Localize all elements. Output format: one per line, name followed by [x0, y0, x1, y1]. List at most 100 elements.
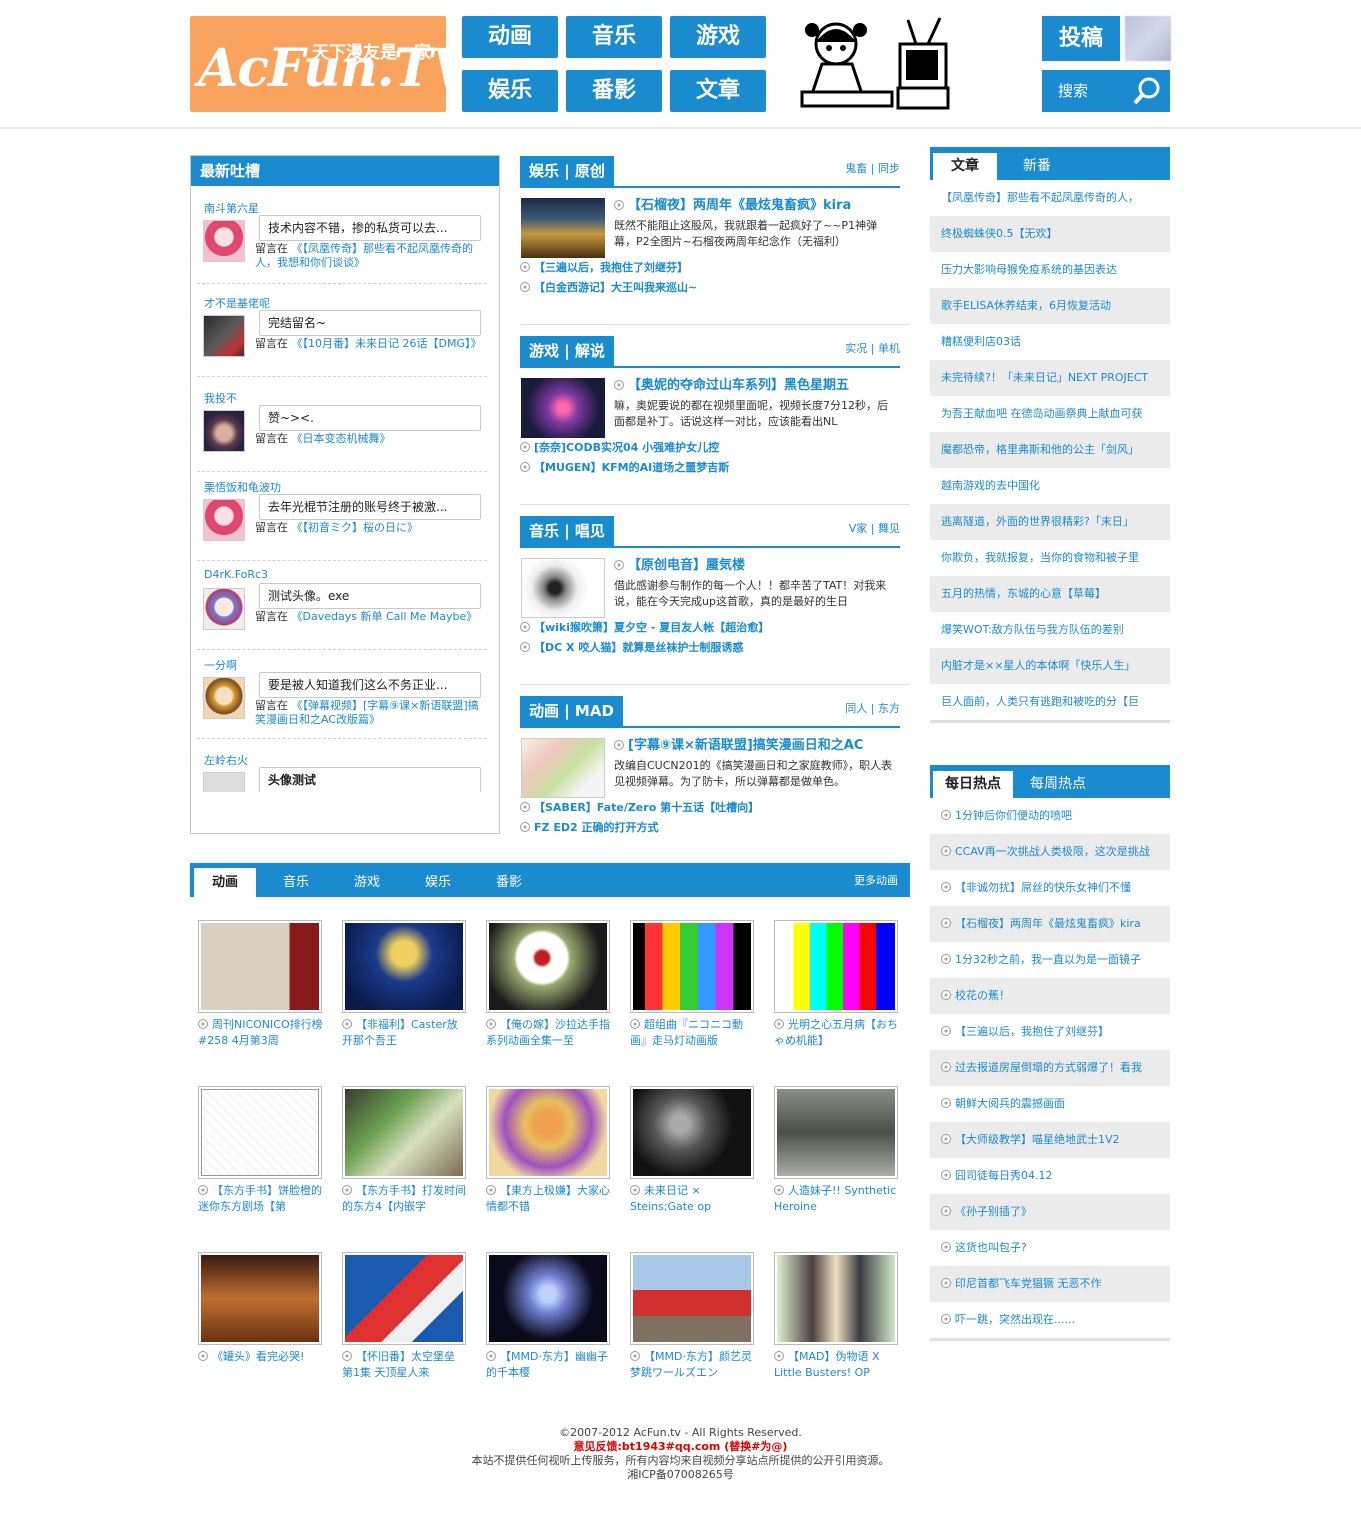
list-item[interactable]: 1分钟后你们便动的喷吧	[930, 798, 1170, 834]
nav-animation[interactable]: 动画	[462, 16, 558, 58]
list-item[interactable]: 逃离隧道，外面的世界很精彩?「末日」	[930, 504, 1170, 540]
feedback-email[interactable]: 意见反馈:bt1943#qq.com (替换#为@)	[0, 1440, 1361, 1454]
video-title[interactable]: 【東方上极嫌】大家心情都不错	[486, 1183, 612, 1215]
video-thumbnail[interactable]	[521, 558, 605, 618]
featured-title[interactable]: 【石榴夜】两周年《最炫鬼畜疯》kira	[614, 194, 851, 213]
tab-film[interactable]: 番影	[496, 868, 522, 897]
video-thumbnail[interactable]	[198, 1086, 322, 1179]
nav-film[interactable]: 番影	[566, 70, 662, 112]
avatar[interactable]	[203, 410, 245, 452]
video-card[interactable]: 周刊NICONICO排行榜 #258 4月第3周	[198, 920, 324, 1049]
comment-user[interactable]: D4rK.FoRc3	[204, 568, 268, 581]
submit-button[interactable]: 投稿	[1042, 16, 1120, 61]
tab-new-anime[interactable]: 新番	[1023, 153, 1051, 180]
video-thumbnail[interactable]	[521, 738, 605, 798]
tab-animation[interactable]: 动画	[194, 868, 256, 897]
video-card[interactable]: 【MMD·东方】幽幽子的千本樱	[486, 1252, 612, 1381]
video-title[interactable]: 【MMD·东方】幽幽子的千本樱	[486, 1349, 612, 1381]
site-logo[interactable]: AcFun.TV 天下漫友是一家	[190, 16, 472, 112]
video-card[interactable]: 【MAD】伪物语 X Little Busters! OP	[774, 1252, 900, 1381]
section-tab[interactable]: 游戏 | 解说	[520, 336, 614, 366]
section-sub-links[interactable]: V家 | 舞见	[849, 520, 900, 536]
list-item[interactable]: 【非诚勿扰】屌丝的快乐女神们不懂	[930, 870, 1170, 906]
section-tab[interactable]: 音乐 | 唱见	[520, 516, 614, 546]
list-item[interactable]: 巨人面前，人类只有逃跑和被吃的分【巨	[930, 684, 1170, 720]
featured-title[interactable]: 【原创电音】蜃気楼	[614, 554, 745, 573]
tab-articles[interactable]: 文章	[933, 153, 997, 180]
video-title[interactable]: 超组曲『ニコニコ動画』走马灯动画版	[630, 1017, 756, 1049]
list-item[interactable]: 这货也叫包子?	[930, 1230, 1170, 1266]
avatar[interactable]	[203, 220, 245, 262]
comment-target-link[interactable]: 《【弹幕视频】[字幕⑨课×新语联盟]搞笑漫画日和之AC改版篇》	[255, 699, 479, 726]
video-thumbnail[interactable]	[486, 1086, 610, 1179]
video-thumbnail[interactable]	[342, 920, 466, 1013]
video-card[interactable]: 《罐头》看完必哭!	[198, 1252, 324, 1381]
tab-game[interactable]: 游戏	[354, 868, 380, 897]
list-item[interactable]: 【白金西游记】大王叫我来巡山~	[520, 279, 697, 295]
list-item[interactable]: 五月的热情，东城的心意【草莓】	[930, 576, 1170, 612]
video-title[interactable]: 未来日记 × Steins;Gate op	[630, 1183, 756, 1215]
nav-music[interactable]: 音乐	[566, 16, 662, 58]
comment-target-link[interactable]: 《【初音ミク】桜の日に》	[292, 521, 419, 534]
video-card[interactable]: 【东方手书】打发时间的东方4【内嵌字	[342, 1086, 468, 1215]
video-card[interactable]: 【俺の嫁】沙拉达手指系列动画全集一至	[486, 920, 612, 1049]
video-card[interactable]: 人造妹子!! Synthetic Heroine	[774, 1086, 900, 1215]
video-card[interactable]: 【MMD·东方】颜艺灵梦跳ワールズエン	[630, 1252, 756, 1381]
video-thumbnail[interactable]	[342, 1086, 466, 1179]
featured-title[interactable]: [字幕⑨课×新语联盟]搞笑漫画日和之AC	[614, 734, 863, 753]
tab-daily-hot[interactable]: 每日热点	[933, 771, 1013, 798]
video-card[interactable]: 【東方上极嫌】大家心情都不错	[486, 1086, 612, 1215]
video-title[interactable]: 周刊NICONICO排行榜 #258 4月第3周	[198, 1017, 324, 1049]
video-title[interactable]: 【东方手书】饼脸橙的迷你东方剧场【第	[198, 1183, 324, 1215]
video-thumbnail[interactable]	[630, 1252, 754, 1345]
tab-weekly-hot[interactable]: 每周热点	[1030, 771, 1086, 798]
video-thumbnail[interactable]	[198, 1252, 322, 1345]
nav-entertainment[interactable]: 娱乐	[462, 70, 558, 112]
video-thumbnail[interactable]	[198, 920, 322, 1013]
list-item[interactable]: 内脏才是××星人的本体啊「快乐人生」	[930, 648, 1170, 684]
list-item[interactable]: 【凤凰传奇】那些看不起凤凰传奇的人，	[930, 180, 1170, 216]
list-item[interactable]: 囧司徒每日秀04.12	[930, 1158, 1170, 1194]
section-tab[interactable]: 娱乐 | 原创	[520, 156, 614, 186]
comment-user[interactable]: 左岭右火	[204, 752, 248, 768]
video-thumbnail[interactable]	[521, 378, 605, 438]
list-item[interactable]: 《孙子别插了》	[930, 1194, 1170, 1230]
list-item[interactable]: 校花の蕉！	[930, 978, 1170, 1014]
nav-article[interactable]: 文章	[670, 70, 766, 112]
section-sub-links[interactable]: 同人 | 东方	[845, 700, 900, 716]
comment-target-link[interactable]: 《【凤凰传奇】那些看不起凤凰传奇的人，我想和你们谈谈》	[255, 242, 473, 269]
list-item[interactable]: 终极蜘蛛侠0.5【无欢】	[930, 216, 1170, 252]
list-item[interactable]: 印尼首都飞车党猖獗 无恶不作	[930, 1266, 1170, 1302]
search-box[interactable]: 搜索	[1042, 70, 1170, 112]
avatar[interactable]	[203, 588, 245, 630]
video-card[interactable]: 光明之心五月病【おちゃめ机能】	[774, 920, 900, 1049]
avatar[interactable]	[203, 772, 245, 792]
more-animation-link[interactable]: 更多动画	[854, 872, 898, 888]
list-item[interactable]: 【大师级教学】喵星绝地武士1V2	[930, 1122, 1170, 1158]
video-title[interactable]: 人造妹子!! Synthetic Heroine	[774, 1183, 900, 1215]
icp-number[interactable]: 湘ICP备07008265号	[0, 1468, 1361, 1482]
video-title[interactable]: 【MAD】伪物语 X Little Busters! OP	[774, 1349, 900, 1381]
list-item[interactable]: 1分32秒之前，我一直以为是一面镜子	[930, 942, 1170, 978]
nav-game[interactable]: 游戏	[670, 16, 766, 58]
comment-target-link[interactable]: 《日本变态机械舞》	[292, 432, 391, 445]
list-item[interactable]: 你欺负，我就报复，当你的食物和被子里	[930, 540, 1170, 576]
list-item[interactable]: 【wiki猴吹箫】夏夕空 - 夏目友人帐【超治愈】	[520, 619, 769, 635]
list-item[interactable]: 【石榴夜】两周年《最炫鬼畜疯》kira	[930, 906, 1170, 942]
video-thumbnail[interactable]	[521, 198, 605, 258]
list-item[interactable]: 爆笑WOT:敌方队伍与我方队伍的差别	[930, 612, 1170, 648]
list-item[interactable]: 糟糕便利店03话	[930, 324, 1170, 360]
comment-user[interactable]: 一分啊	[204, 657, 237, 673]
comment-user[interactable]: 栗悟饭和龟波功	[204, 479, 281, 495]
list-item[interactable]: 朝鲜大阅兵的震撼画面	[930, 1086, 1170, 1122]
section-tab[interactable]: 动画 | MAD	[520, 696, 623, 726]
video-card[interactable]: 【非福利】Caster放开那个吾王	[342, 920, 468, 1049]
video-thumbnail[interactable]	[342, 1252, 466, 1345]
list-item[interactable]: 压力大影响母猴免疫系统的基因表达	[930, 252, 1170, 288]
video-title[interactable]: 《罐头》看完必哭!	[198, 1349, 324, 1381]
list-item[interactable]: 为吾王献血吧 在德岛动画祭典上献血可获	[930, 396, 1170, 432]
comment-user[interactable]: 我投不	[204, 390, 237, 406]
video-thumbnail[interactable]	[630, 1086, 754, 1179]
video-title[interactable]: 【怀旧番】太空堡垒 第1集 天顶星人来	[342, 1349, 468, 1381]
video-card[interactable]: 超组曲『ニコニコ動画』走马灯动画版	[630, 920, 756, 1049]
